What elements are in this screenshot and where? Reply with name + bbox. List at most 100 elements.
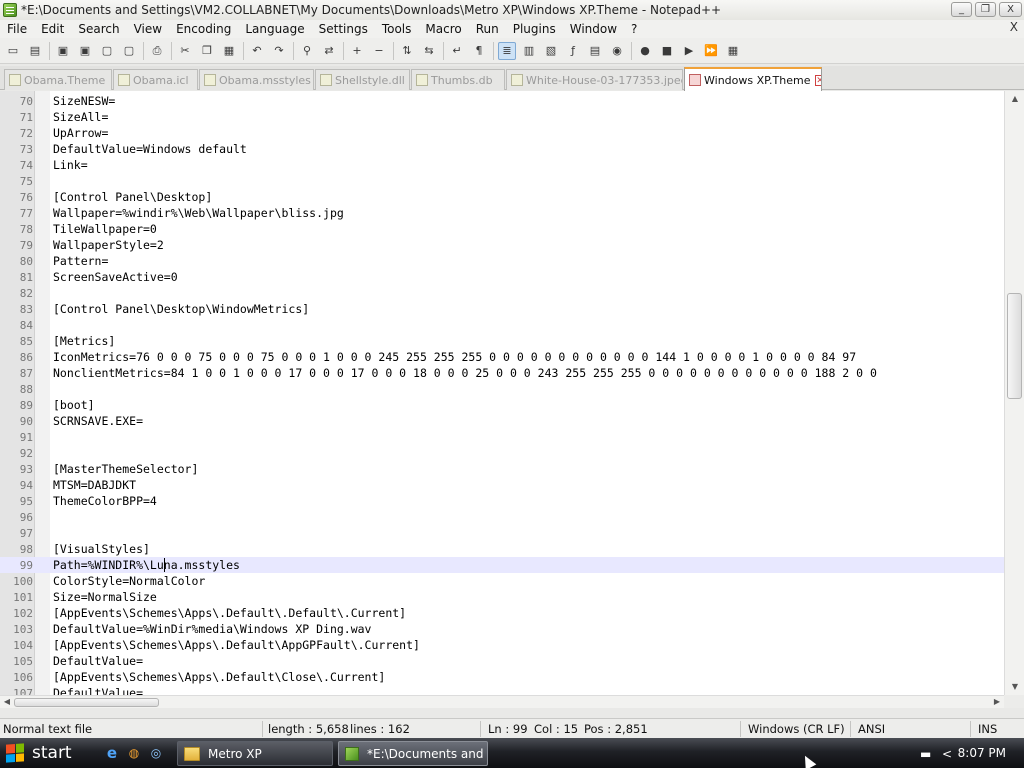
redo-icon[interactable]: ↷: [270, 42, 288, 60]
line-text[interactable]: Path=%WINDIR%\Luna.msstyles: [53, 558, 240, 572]
line-text[interactable]: [Control Panel\Desktop]: [53, 190, 212, 204]
sync-horizontal-icon[interactable]: ⇆: [420, 42, 438, 60]
file-tab[interactable]: Obama.msstyles: [199, 69, 314, 90]
monitoring-icon[interactable]: ◉: [608, 42, 626, 60]
firefox-icon[interactable]: ◍: [125, 744, 143, 762]
editor-line[interactable]: 80 Pattern=: [0, 253, 1004, 269]
editor-line[interactable]: 74 Link=: [0, 157, 1004, 173]
line-text[interactable]: WallpaperStyle=2: [53, 238, 164, 252]
menu-language[interactable]: Language: [238, 22, 311, 36]
paste-icon[interactable]: ▦: [220, 42, 238, 60]
start-button[interactable]: start: [0, 738, 96, 768]
editor-line[interactable]: 95 ThemeColorBPP=4: [0, 493, 1004, 509]
file-tab[interactable]: Windows XP.Theme✕: [684, 67, 822, 91]
folder-workspace-icon[interactable]: ▤: [586, 42, 604, 60]
minimize-button[interactable]: _: [951, 2, 972, 17]
menu-macro[interactable]: Macro: [418, 22, 468, 36]
taskbar-item-metro-xp[interactable]: Metro XP: [177, 741, 333, 766]
editor-line[interactable]: 101 Size=NormalSize: [0, 589, 1004, 605]
close-file-icon[interactable]: ▢: [98, 42, 116, 60]
editor-line[interactable]: 81 ScreenSaveActive=0: [0, 269, 1004, 285]
line-text[interactable]: IconMetrics=76 0 0 0 75 0 0 0 75 0 0 0 1…: [53, 350, 856, 364]
line-text[interactable]: DefaultValue=%WinDir%media\Windows XP Di…: [53, 622, 372, 636]
play-macro-icon[interactable]: ▶: [680, 42, 698, 60]
line-text[interactable]: Wallpaper=%windir%\Web\Wallpaper\bliss.j…: [53, 206, 344, 220]
editor-line[interactable]: 73 DefaultValue=Windows default: [0, 141, 1004, 157]
line-text[interactable]: [Metrics]: [53, 334, 115, 348]
file-tab[interactable]: Obama.icl: [113, 69, 198, 90]
editor[interactable]: 70 SizeNESW= 71 SizeAll= 72 UpArrow= 73 Default…: [0, 91, 1024, 708]
editor-line[interactable]: 82: [0, 285, 1004, 301]
editor-line[interactable]: 78 TileWallpaper=0: [0, 221, 1004, 237]
show-all-chars-icon[interactable]: ¶: [470, 42, 488, 60]
editor-line[interactable]: 71 SizeAll=: [0, 109, 1004, 125]
keyboard-icon[interactable]: ▬: [920, 747, 931, 761]
user-language-icon[interactable]: ▥: [520, 42, 538, 60]
line-text[interactable]: NonclientMetrics=84 1 0 0 1 0 0 0 17 0 0…: [53, 366, 877, 380]
close-tab-icon[interactable]: ✕: [814, 74, 821, 86]
scroll-left-icon[interactable]: ◀: [0, 694, 14, 710]
line-text[interactable]: SCRNSAVE.EXE=: [53, 414, 143, 428]
scroll-right-icon[interactable]: ▶: [990, 694, 1004, 710]
editor-line[interactable]: 76 [Control Panel\Desktop]: [0, 189, 1004, 205]
close-document-button[interactable]: X: [1010, 20, 1018, 34]
status-encoding[interactable]: ANSI: [858, 722, 885, 736]
editor-line[interactable]: 84: [0, 317, 1004, 333]
vertical-scroll-thumb[interactable]: [1007, 293, 1022, 400]
undo-icon[interactable]: ↶: [248, 42, 266, 60]
vertical-scrollbar[interactable]: ▲ ▼: [1004, 91, 1024, 695]
menu-edit[interactable]: Edit: [34, 22, 71, 36]
editor-line[interactable]: 77 Wallpaper=%windir%\Web\Wallpaper\bliss…: [0, 205, 1004, 221]
menu-run[interactable]: Run: [469, 22, 506, 36]
sync-vertical-icon[interactable]: ⇅: [398, 42, 416, 60]
line-text[interactable]: [VisualStyles]: [53, 542, 150, 556]
zoom-out-icon[interactable]: −: [370, 42, 388, 60]
menu-search[interactable]: Search: [71, 22, 126, 36]
editor-line[interactable]: 103 DefaultValue=%WinDir%media\Windows XP…: [0, 621, 1004, 637]
horizontal-scroll-thumb[interactable]: [14, 698, 159, 707]
horizontal-scrollbar[interactable]: ◀ ▶: [0, 695, 1004, 708]
find-icon[interactable]: ⚲: [298, 42, 316, 60]
line-text[interactable]: DefaultValue=Windows default: [53, 142, 247, 156]
editor-line[interactable]: 87 NonclientMetrics=84 1 0 0 1 0 0 0 17 0…: [0, 365, 1004, 381]
clock[interactable]: 8:07 PM: [958, 746, 1006, 760]
line-text[interactable]: Size=NormalSize: [53, 590, 157, 604]
editor-line[interactable]: 75: [0, 173, 1004, 189]
zoom-in-icon[interactable]: +: [348, 42, 366, 60]
media-player-icon[interactable]: ◎: [147, 744, 165, 762]
editor-line[interactable]: 70 SizeNESW=: [0, 93, 1004, 109]
replace-icon[interactable]: ⇄: [320, 42, 338, 60]
menu-help[interactable]: ?: [624, 22, 644, 36]
line-text[interactable]: TileWallpaper=0: [53, 222, 157, 236]
status-eol-format[interactable]: Windows (CR LF): [748, 722, 845, 736]
copy-icon[interactable]: ❐: [198, 42, 216, 60]
editor-line[interactable]: 104 [AppEvents\Schemes\Apps\.Default\AppG…: [0, 637, 1004, 653]
editor-line[interactable]: 99 Path=%WINDIR%\Luna.msstyles: [0, 557, 1004, 573]
function-list-icon[interactable]: ƒ: [564, 42, 582, 60]
line-text[interactable]: Pattern=: [53, 254, 108, 268]
print-icon[interactable]: ⎙: [148, 42, 166, 60]
line-text[interactable]: [boot]: [53, 398, 95, 412]
status-insert-mode[interactable]: INS: [978, 722, 997, 736]
editor-line[interactable]: 106 [AppEvents\Schemes\Apps\.Default\Clos…: [0, 669, 1004, 685]
menu-settings[interactable]: Settings: [312, 22, 375, 36]
line-text[interactable]: SizeAll=: [53, 110, 108, 124]
scroll-down-icon[interactable]: ▼: [1005, 679, 1024, 695]
editor-line[interactable]: 96: [0, 509, 1004, 525]
editor-line[interactable]: 91: [0, 429, 1004, 445]
line-text[interactable]: ScreenSaveActive=0: [53, 270, 178, 284]
editor-line[interactable]: 102 [AppEvents\Schemes\Apps\.Default\.Def…: [0, 605, 1004, 621]
line-text[interactable]: Link=: [53, 158, 88, 172]
editor-line[interactable]: 97: [0, 525, 1004, 541]
close-all-icon[interactable]: ▢: [120, 42, 138, 60]
editor-line[interactable]: 83 [Control Panel\Desktop\WindowMetrics]: [0, 301, 1004, 317]
cut-icon[interactable]: ✂: [176, 42, 194, 60]
editor-line[interactable]: 94 MTSM=DABJDKT: [0, 477, 1004, 493]
editor-line[interactable]: 98 [VisualStyles]: [0, 541, 1004, 557]
line-text[interactable]: [AppEvents\Schemes\Apps\.Default\AppGPFa…: [53, 638, 420, 652]
taskbar-item-notepad[interactable]: *E:\Documents and ...: [338, 741, 488, 766]
title-bar[interactable]: *E:\Documents and Settings\VM2.COLLABNET…: [0, 0, 1024, 20]
file-tab[interactable]: Thumbs.db: [411, 69, 505, 90]
doc-map-icon[interactable]: ▧: [542, 42, 560, 60]
line-text[interactable]: SizeNESW=: [53, 94, 115, 108]
